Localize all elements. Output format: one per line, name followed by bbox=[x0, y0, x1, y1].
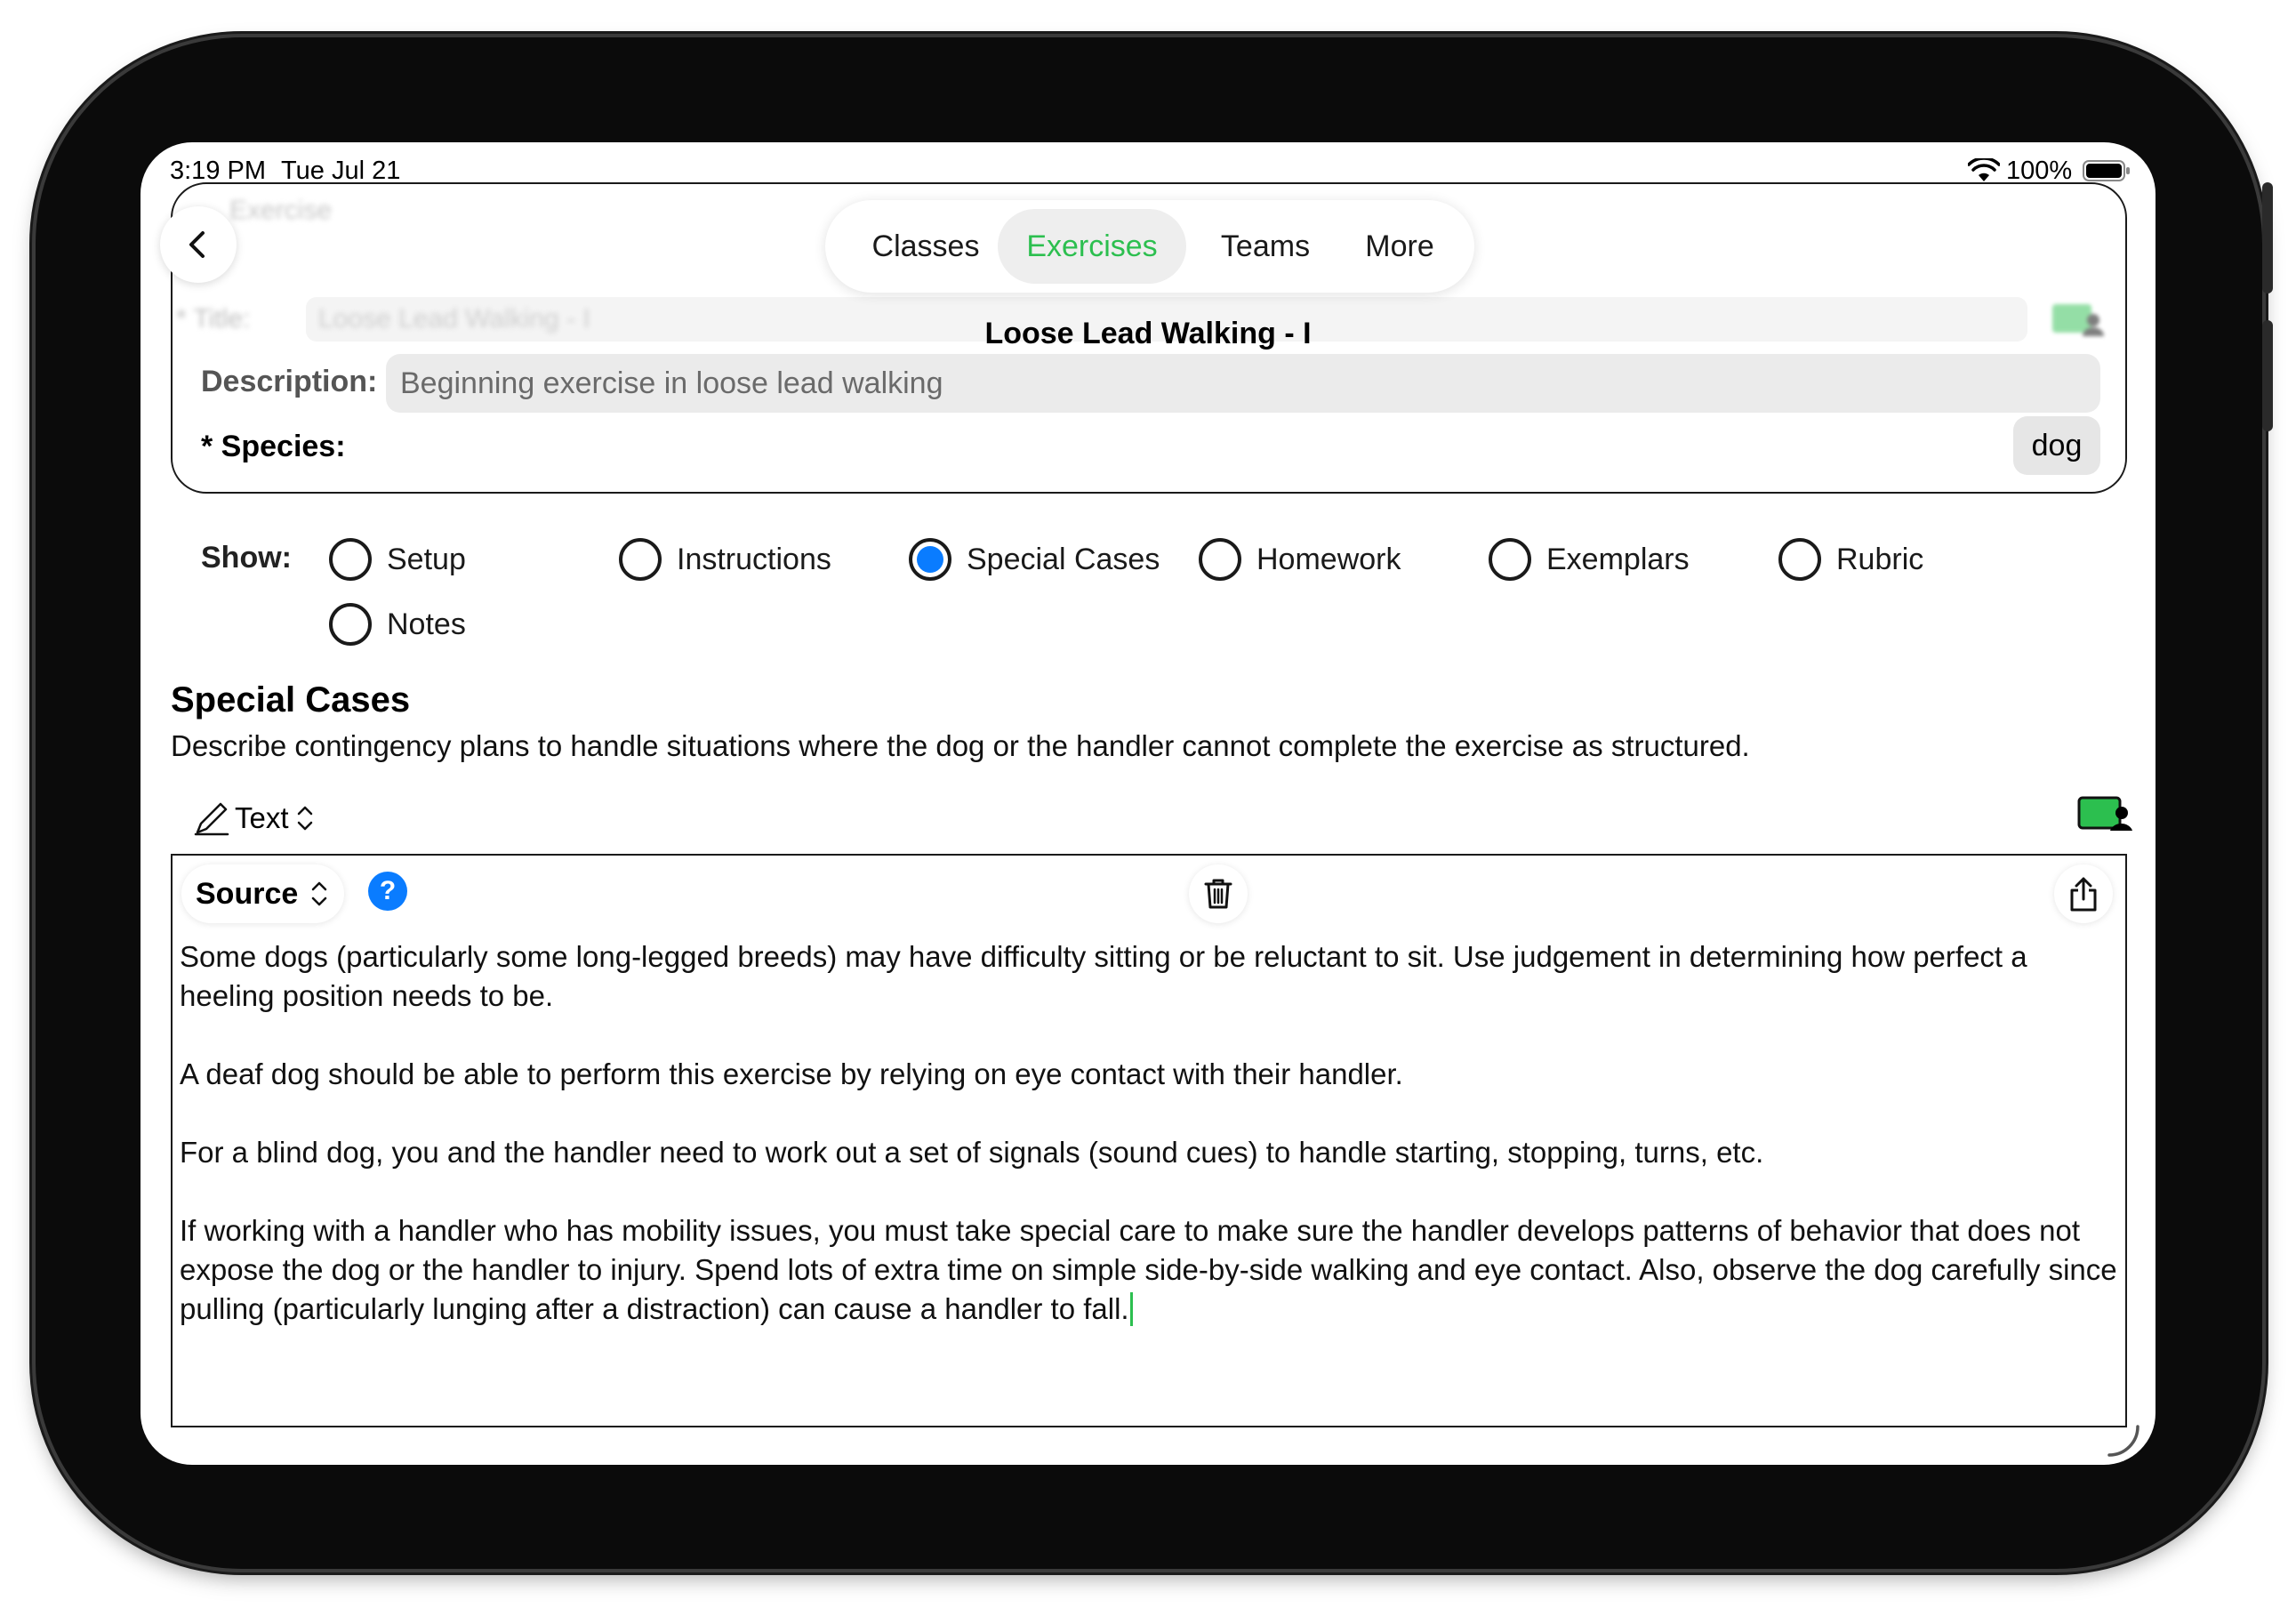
volume-up-button bbox=[2262, 182, 2273, 293]
show-label: Show: bbox=[201, 541, 292, 575]
paragraph: A deaf dog should be able to perform thi… bbox=[180, 1057, 1403, 1090]
share-button[interactable] bbox=[2054, 864, 2113, 923]
description-label: Description: bbox=[201, 365, 378, 398]
paragraph: Some dogs (particularly some long-legged… bbox=[180, 940, 2035, 1012]
delete-button[interactable] bbox=[1189, 864, 1248, 923]
photo-person-icon[interactable] bbox=[2077, 795, 2132, 832]
editor-content[interactable]: Some dogs (particularly some long-legged… bbox=[180, 937, 2118, 1329]
tab-exercises[interactable]: Exercises bbox=[998, 209, 1186, 284]
exercise-title: Loose Lead Walking - I bbox=[984, 317, 1312, 350]
battery-icon bbox=[2083, 160, 2130, 181]
radio-label: Rubric bbox=[1836, 542, 1924, 576]
radio-special-cases[interactable]: Special Cases bbox=[909, 535, 1160, 583]
radio-label: Exemplars bbox=[1546, 542, 1690, 576]
chevron-up-down-icon bbox=[297, 806, 312, 831]
back-button[interactable] bbox=[160, 206, 237, 283]
radio-rubric[interactable]: Rubric bbox=[1778, 535, 1923, 583]
paragraph: For a blind dog, you and the handler nee… bbox=[180, 1136, 1764, 1169]
text-mode-label: Text bbox=[235, 801, 289, 834]
section-description: Describe contingency plans to handle sit… bbox=[171, 729, 1750, 762]
resize-handle[interactable] bbox=[2106, 1423, 2141, 1459]
species-selector[interactable]: dog bbox=[2013, 416, 2100, 475]
wifi-icon bbox=[1968, 158, 2000, 181]
source-selector[interactable]: Source bbox=[181, 864, 345, 923]
radio-indicator bbox=[1199, 538, 1241, 581]
tab-bar: Classes Exercises Teams More bbox=[825, 200, 1474, 293]
radio-label: Instructions bbox=[677, 542, 831, 576]
description-field[interactable]: Beginning exercise in loose lead walking bbox=[386, 354, 2100, 413]
tab-teams[interactable]: Teams bbox=[1188, 209, 1343, 284]
radio-exemplars[interactable]: Exemplars bbox=[1489, 535, 1690, 583]
section-label-blurred: Exercise bbox=[229, 196, 333, 225]
radio-homework[interactable]: Homework bbox=[1199, 535, 1401, 583]
text-cursor bbox=[1129, 1292, 1133, 1326]
radio-label: Homework bbox=[1256, 542, 1401, 576]
radio-label: Special Cases bbox=[967, 542, 1160, 576]
section-title: Special Cases bbox=[171, 680, 411, 720]
radio-instructions[interactable]: Instructions bbox=[619, 535, 831, 583]
radio-indicator bbox=[329, 603, 372, 646]
help-icon[interactable]: ? bbox=[368, 872, 407, 911]
tab-more[interactable]: More bbox=[1337, 209, 1462, 284]
back-chevron-icon bbox=[189, 231, 205, 258]
pencil-icon bbox=[194, 802, 229, 836]
volume-down-button bbox=[2262, 320, 2273, 431]
paragraph: If working with a handler who has mobili… bbox=[180, 1214, 2125, 1325]
source-label: Source bbox=[196, 876, 299, 911]
tab-classes[interactable]: Classes bbox=[841, 209, 1010, 284]
radio-indicator bbox=[1489, 538, 1531, 581]
text-mode-selector[interactable]: Text bbox=[194, 796, 316, 840]
radio-indicator-selected bbox=[909, 538, 951, 581]
chevron-up-down-icon bbox=[312, 881, 327, 906]
radio-notes[interactable]: Notes bbox=[329, 600, 466, 648]
species-label: * Species: bbox=[201, 430, 346, 463]
radio-label: Notes bbox=[387, 607, 466, 641]
screen: 3:19 PM Tue Jul 21 100% Exercise * Title… bbox=[140, 142, 2156, 1465]
radio-label: Setup bbox=[387, 542, 466, 576]
paragraph-last: If working with a handler who has mobili… bbox=[180, 1211, 2118, 1329]
radio-indicator bbox=[329, 538, 372, 581]
radio-indicator bbox=[1778, 538, 1821, 581]
radio-indicator bbox=[619, 538, 662, 581]
trash-icon bbox=[1204, 879, 1232, 909]
share-icon bbox=[2070, 877, 2097, 912]
text-editor[interactable]: Source ? Some dogs (particularly some lo… bbox=[171, 854, 2127, 1427]
radio-setup[interactable]: Setup bbox=[329, 535, 466, 583]
